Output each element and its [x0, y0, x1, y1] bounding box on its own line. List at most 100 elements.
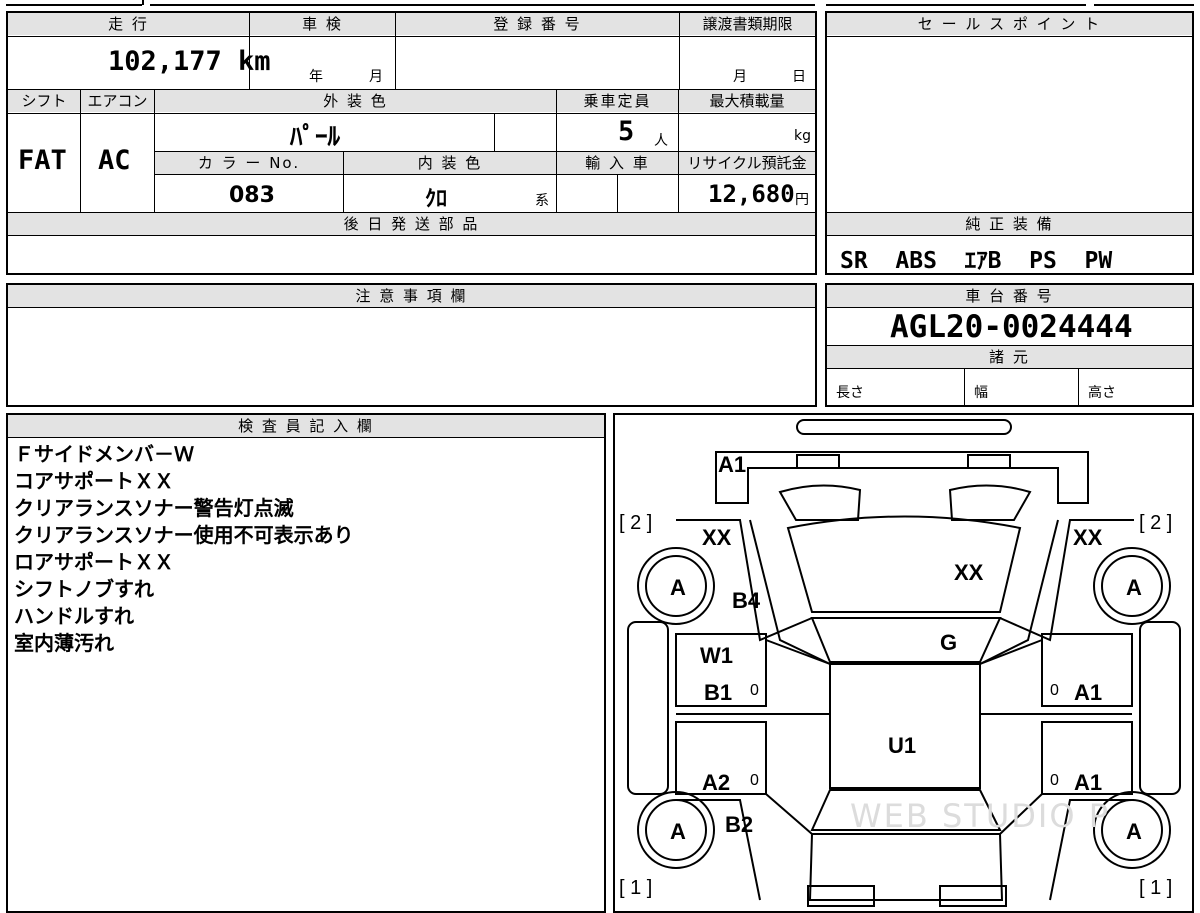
remark-line: ロアサポートＸＸ [14, 550, 174, 574]
tire-front-left: A [670, 575, 686, 600]
row3-header-divider [155, 174, 815, 175]
mark-left-front-door-2: B1 [704, 680, 733, 705]
tire-front-right: A [1126, 575, 1142, 600]
vline-import-sub [617, 174, 618, 212]
small-zero: 0 [750, 772, 759, 789]
sales-point-divider [827, 36, 1192, 37]
vline-inspection [395, 13, 396, 89]
mark-front-bumper: A1 [718, 452, 747, 477]
capacity-value: 5 [618, 116, 635, 147]
remark-line: シフトノブすれ [14, 577, 154, 601]
remark-line: クリアランスソナー警告灯点滅 [14, 496, 294, 520]
top-strip-line-4 [1094, 4, 1194, 6]
specs-length: 長さ [836, 385, 864, 401]
mark-left-rear-quarter: B2 [725, 812, 754, 837]
deadline-day-label: 日 [792, 69, 806, 85]
inspector-header: 検 査 員 記 入 欄 [8, 415, 604, 437]
inspection-year-label: 年 [309, 69, 323, 85]
bracket-rear-right: [ 1 ] [1139, 877, 1173, 899]
shift-header: シフト [8, 90, 80, 112]
mark-right-rear-door: A1 [1074, 770, 1103, 795]
vline-registration [679, 13, 680, 89]
tire-rear-right: A [1126, 819, 1142, 844]
top-strip-line-3 [826, 4, 1086, 6]
aircon-value: AC [98, 145, 131, 176]
later-parts-divider [8, 235, 815, 236]
top-strip-line [6, 4, 142, 6]
max-load-unit: kg [794, 128, 811, 144]
mark-windshield: G [940, 630, 958, 655]
small-zero: 0 [750, 682, 759, 699]
chassis-divider [827, 307, 1192, 308]
recycle-fee-value: 12,680 [708, 180, 795, 208]
capacity-unit: 人 [654, 133, 668, 149]
bracket-front-left: [ 2 ] [619, 512, 653, 534]
small-zero: 0 [1050, 682, 1059, 699]
interior-color-suffix: 系 [535, 193, 549, 209]
vline-specs-2 [1078, 368, 1079, 405]
tire-rear-left: A [670, 819, 686, 844]
specs-width: 幅 [974, 385, 988, 401]
vline-ext-sub [494, 113, 495, 151]
import-header: 輸 入 車 [557, 152, 678, 174]
vline-shift [80, 90, 81, 212]
bracket-rear-left: [ 1 ] [619, 877, 653, 899]
remark-line: ハンドルすれ [14, 604, 134, 628]
row2-header-divider [8, 113, 815, 114]
mark-front-left-fender: XX [702, 525, 732, 550]
specs-height: 高さ [1088, 385, 1116, 401]
color-no-value: 083 [229, 183, 275, 208]
mileage-value: 102,177 km [108, 46, 271, 77]
inspection-month-label: 月 [369, 69, 383, 85]
notes-header: 注 意 事 項 欄 [8, 285, 815, 307]
inspector-remarks: Ｆサイドメンバ－Ｗ コアサポートＸＸ クリアランスソナー警告灯点滅 クリアランス… [14, 441, 354, 657]
top-strip-line-2 [150, 4, 815, 6]
capacity-header: 乗車定員 [557, 90, 678, 112]
watermark: WEB STUDIO P [850, 797, 1110, 835]
mark-roof: U1 [888, 733, 917, 758]
recycle-fee-unit: 円 [795, 192, 809, 208]
chassis-header: 車 台 番 号 [827, 285, 1192, 307]
inspection-header: 車 検 [250, 13, 395, 35]
remark-line: Ｆサイドメンバ－Ｗ [14, 442, 194, 466]
aircon-header: エアコン [81, 90, 154, 112]
bracket-front-right: [ 2 ] [1139, 512, 1173, 534]
recycle-fee-header: リサイクル預託金 [679, 152, 815, 174]
mileage-header: 走 行 [8, 13, 249, 35]
exterior-color-value: ﾊﾟｰﾙ [290, 122, 341, 151]
shift-value: FAT [18, 145, 67, 176]
remark-line: クリアランスソナー使用不可表示あり [14, 523, 354, 547]
mark-left-front-door-1: W1 [700, 643, 733, 668]
mark-left-rear-door: A2 [702, 770, 731, 795]
remark-line: コアサポートＸＸ [14, 469, 174, 493]
mark-front-right-fender: XX [1073, 525, 1103, 550]
chassis-value: AGL20-0024444 [890, 309, 1133, 345]
equipment-header: 純 正 装 備 [827, 213, 1192, 235]
car-diagram-box: A1 XX XX XX B4 G W1 B1 A1 U1 A2 A1 B2 A … [613, 413, 1194, 913]
equipment-value: SR ABS ｴｱB PS PW [840, 248, 1113, 274]
sales-point-header: セ ー ル ス ポ イ ン ト [827, 13, 1192, 35]
color-no-header: カ ラ ー No. [155, 152, 343, 174]
exterior-color-header: 外 装 色 [155, 90, 556, 112]
interior-color-header: 内 装 色 [344, 152, 556, 174]
specs-divider [827, 368, 1192, 369]
later-parts-header: 後 日 発 送 部 品 [8, 213, 815, 235]
remark-line: 室内薄汚れ [14, 631, 114, 655]
registration-header: 登 録 番 号 [396, 13, 679, 35]
mark-right-front-door: A1 [1074, 680, 1103, 705]
interior-color-value: ｸﾛ [425, 187, 448, 212]
mark-left-front-pillar: B4 [732, 588, 761, 613]
mark-bonnet: XX [954, 560, 984, 585]
deadline-month-label: 月 [733, 69, 747, 85]
small-zero: 0 [1050, 772, 1059, 789]
vline-specs-1 [964, 368, 965, 405]
inspector-divider [8, 437, 604, 438]
top-strip-divider [142, 0, 144, 5]
transfer-deadline-header: 譲渡書類期限 [680, 13, 815, 35]
specs-header: 諸 元 [827, 346, 1192, 368]
vline-color-no [343, 152, 344, 212]
row1-divider [8, 36, 815, 37]
equipment-divider [827, 235, 1192, 236]
max-load-header: 最大積載量 [679, 90, 815, 112]
notes-divider [8, 307, 815, 308]
